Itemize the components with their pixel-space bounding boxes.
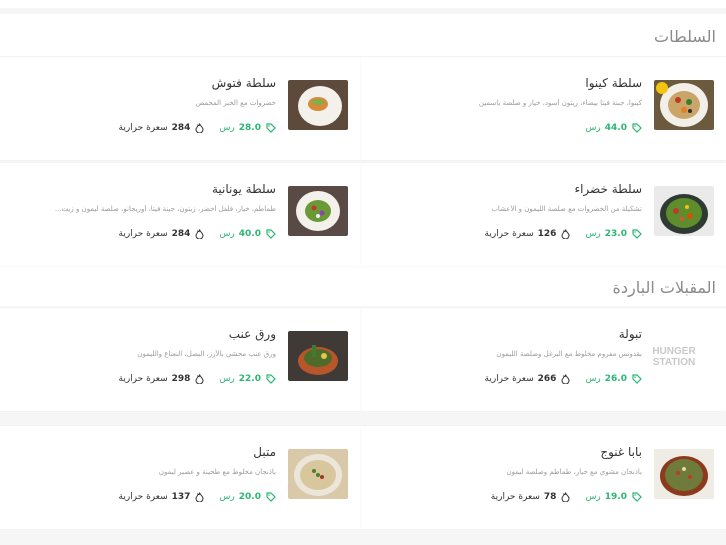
item-description: باذنجان مخلوط مع طحينة و عصير ليمون xyxy=(158,468,276,476)
item-description: ورق عنب محشي بالأرز، البصل، النعناع والل… xyxy=(137,350,276,358)
item-name: سلطة خضراء xyxy=(574,182,642,196)
item-name: ورق عنب xyxy=(228,327,276,341)
item-calories: 284 xyxy=(171,122,191,133)
item-meta: 40.0 رس 284 سعرة حرارية xyxy=(119,228,277,239)
item-price: 20.0 xyxy=(238,491,261,502)
item-currency: رس xyxy=(219,228,235,239)
tag-icon xyxy=(265,228,276,239)
item-name: بابا غنوج xyxy=(600,445,642,459)
item-meta: 44.0 رس xyxy=(585,122,642,133)
item-description: تشكيلة من الخضروات مع صلصة الليمون و الأ… xyxy=(491,205,642,213)
flame-icon xyxy=(194,373,205,384)
item-calories: 266 xyxy=(537,373,557,384)
item-meta: 22.0 رس 298 سعرة حرارية xyxy=(119,373,277,384)
item-calories-unit: سعرة حرارية xyxy=(118,373,168,384)
flame-icon xyxy=(560,373,571,384)
section-title: السلطات xyxy=(654,27,716,46)
item-calories: 126 xyxy=(537,228,557,239)
menu-item-card[interactable]: بابا غنوج باذنجان مشوي مع خيار، طماطم وص… xyxy=(360,426,726,529)
item-name: سلطة يونانية xyxy=(211,182,276,196)
item-description: باذنجان مشوي مع خيار، طماطم وصلصة ليمون xyxy=(506,468,642,476)
item-price: 40.0 xyxy=(238,228,261,239)
item-price: 19.0 xyxy=(604,491,627,502)
item-price: 28.0 xyxy=(238,122,261,133)
item-image xyxy=(654,186,714,236)
item-calories-unit: سعرة حرارية xyxy=(118,122,168,133)
tag-icon xyxy=(631,122,642,133)
flame-icon xyxy=(560,491,571,502)
flame-icon xyxy=(560,228,571,239)
item-description: بقدونس مفروم مخلوط مع البرغل وصلصة الليم… xyxy=(496,350,642,358)
tag-icon xyxy=(631,373,642,384)
item-name: متبل xyxy=(253,445,276,459)
item-currency: رس xyxy=(219,373,235,384)
item-description: كينوا، جبنة فيتا بيضاء، زيتون أسود، خيار… xyxy=(478,99,642,107)
item-price: 26.0 xyxy=(604,373,627,384)
flame-icon xyxy=(194,122,205,133)
item-calories-unit: سعرة حرارية xyxy=(118,228,168,239)
menu-item-card[interactable]: سلطة يونانية طماطم، خيار، فلفل أخضر، زيت… xyxy=(0,163,360,266)
item-calories-unit: سعرة حرارية xyxy=(484,373,534,384)
item-price: 22.0 xyxy=(238,373,261,384)
flame-icon xyxy=(194,491,205,502)
menu-item-card[interactable]: HUNGER STATION تبولة بقدونس مفروم مخلوط … xyxy=(360,308,726,411)
item-calories: 78 xyxy=(543,491,557,502)
item-meta: 26.0 رس 266 سعرة حرارية xyxy=(485,373,643,384)
menu-item-card[interactable]: سلطة فتوش خضروات مع الخبز المحمص 28.0 رس… xyxy=(0,57,360,160)
item-calories-unit: سعرة حرارية xyxy=(484,228,534,239)
item-calories: 137 xyxy=(171,491,191,502)
item-meta: 19.0 رس 78 سعرة حرارية xyxy=(491,491,642,502)
item-name: تبولة xyxy=(618,327,642,341)
item-currency: رس xyxy=(585,491,601,502)
item-currency: رس xyxy=(585,122,601,133)
item-description: خضروات مع الخبز المحمص xyxy=(195,99,276,107)
item-image xyxy=(288,186,348,236)
item-name: سلطة فتوش xyxy=(211,76,276,90)
item-image xyxy=(288,80,348,130)
item-image xyxy=(654,80,714,130)
section-title: المقبلات الباردة xyxy=(612,278,716,297)
section-header-cold-appetizers: المقبلات الباردة xyxy=(0,266,726,306)
item-meta: 23.0 رس 126 سعرة حرارية xyxy=(485,228,643,239)
section-header-salads: السلطات xyxy=(0,14,726,56)
tag-icon xyxy=(265,373,276,384)
item-image xyxy=(288,449,348,499)
item-calories-unit: سعرة حرارية xyxy=(118,491,168,502)
flame-icon xyxy=(194,228,205,239)
top-strip xyxy=(0,0,726,8)
tag-icon xyxy=(265,491,276,502)
item-meta: 28.0 رس 284 سعرة حرارية xyxy=(119,122,277,133)
menu-item-card[interactable]: متبل باذنجان مخلوط مع طحينة و عصير ليمون… xyxy=(0,426,360,529)
item-currency: رس xyxy=(585,373,601,384)
item-description: طماطم، خيار، فلفل أخضر، زيتون، جبنة فيتا… xyxy=(54,205,276,213)
item-currency: رس xyxy=(585,228,601,239)
item-calories: 284 xyxy=(171,228,191,239)
item-image xyxy=(654,449,714,499)
item-meta: 20.0 رس 137 سعرة حرارية xyxy=(119,491,277,502)
tag-icon xyxy=(631,228,642,239)
tag-icon xyxy=(631,491,642,502)
menu-item-card[interactable]: سلطة خضراء تشكيلة من الخضروات مع صلصة ال… xyxy=(360,163,726,266)
item-price: 44.0 xyxy=(604,122,627,133)
item-image xyxy=(288,331,348,381)
item-currency: رس xyxy=(219,122,235,133)
item-price: 23.0 xyxy=(604,228,627,239)
item-calories: 298 xyxy=(171,373,191,384)
menu-item-card[interactable]: سلطة كينوا كينوا، جبنة فيتا بيضاء، زيتون… xyxy=(360,57,726,160)
brand-placeholder-logo: HUNGER STATION xyxy=(652,346,696,368)
item-currency: رس xyxy=(219,491,235,502)
tag-icon xyxy=(265,122,276,133)
item-name: سلطة كينوا xyxy=(585,76,642,90)
menu-item-card[interactable]: ورق عنب ورق عنب محشي بالأرز، البصل، النع… xyxy=(0,308,360,411)
item-calories-unit: سعرة حرارية xyxy=(490,491,540,502)
